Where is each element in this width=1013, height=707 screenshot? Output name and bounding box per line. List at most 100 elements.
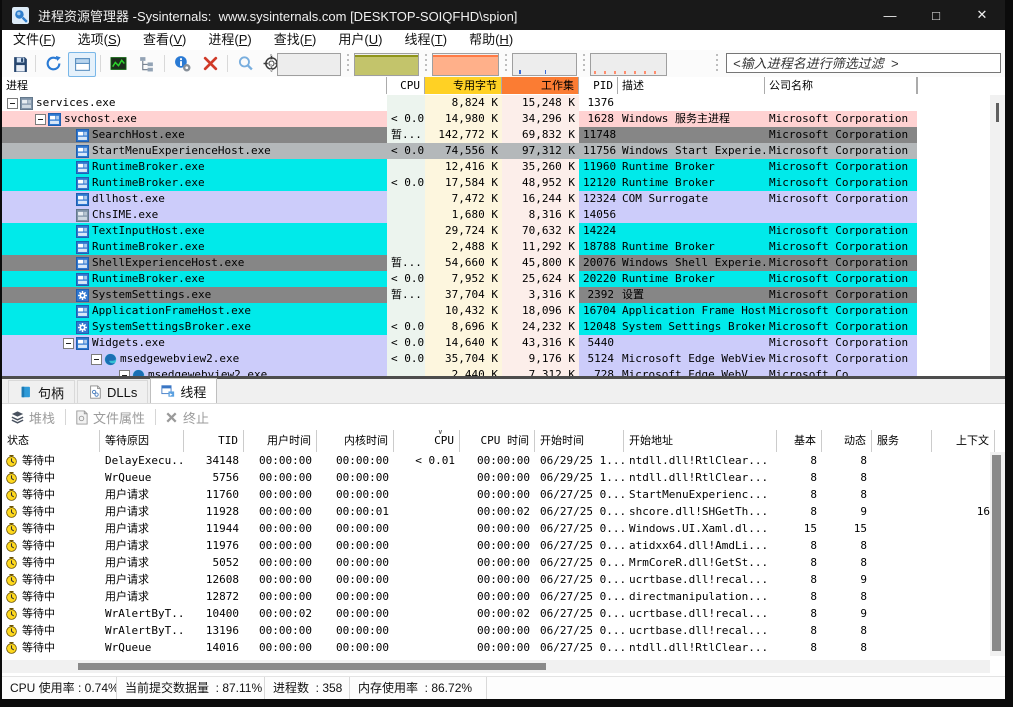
thread-row[interactable]: 等待中WrQueue1401600:00:0000:00:0000:00:000… xyxy=(2,639,990,656)
process-row[interactable]: SystemSettingsBroker.exe< 0.018,696 K24,… xyxy=(2,319,990,335)
show-lower-pane-button[interactable] xyxy=(68,52,96,77)
process-row[interactable]: TextInputHost.exe29,724 K70,632 K14224Mi… xyxy=(2,223,990,239)
thread-cell-cpu xyxy=(394,503,460,520)
refresh-button[interactable] xyxy=(40,52,66,75)
stack-button[interactable]: 堆栈 xyxy=(10,408,55,427)
thread-row[interactable]: 等待中用户请求1197600:00:0000:00:0000:00:0006/2… xyxy=(2,537,990,554)
thread-row[interactable]: 等待中WrAlertByT...1040000:00:0200:00:0000:… xyxy=(2,605,990,622)
menu-item-7[interactable]: 帮助(H) xyxy=(458,30,524,50)
toolbar-gripper[interactable] xyxy=(583,54,586,73)
process-column-header-pid[interactable]: PID xyxy=(579,77,618,94)
process-row[interactable]: StartMenuExperienceHost.exe< 0.0174,556 … xyxy=(2,143,990,159)
process-column-header-name[interactable]: 进程 xyxy=(2,77,387,94)
process-pane-scrollbar[interactable] xyxy=(990,95,1005,376)
process-row[interactable]: Widgets.exe< 0.0114,640 K43,316 K5440Mic… xyxy=(2,335,990,351)
tab-threads[interactable]: 线程 xyxy=(150,378,217,403)
process-row[interactable]: msedgewebview2.exe2,440 K7,312 K728Micro… xyxy=(2,367,990,376)
thread-column-header-base[interactable]: 基本 xyxy=(777,430,822,452)
menu-item-6[interactable]: 线程(T) xyxy=(393,30,458,50)
thread-column-header-kernel_time[interactable]: 内核时间 xyxy=(317,430,394,452)
tree-collapse-box[interactable] xyxy=(7,98,18,109)
thread-pane-scrollbar-thumb[interactable] xyxy=(992,455,1001,651)
menu-item-0[interactable]: 文件(F) xyxy=(2,30,67,50)
process-row[interactable]: svchost.exe< 0.0114,980 K34,296 K1628Win… xyxy=(2,111,990,127)
toolbar-gripper[interactable] xyxy=(425,54,428,73)
toolbar-gripper[interactable] xyxy=(505,54,508,73)
thread-column-header-context[interactable]: 上下文 xyxy=(932,430,995,452)
gpu-usage-graph[interactable] xyxy=(512,53,577,76)
tree-collapse-box[interactable] xyxy=(35,114,46,125)
thread-column-header-dynamic[interactable]: 动态 xyxy=(822,430,872,452)
find-handle-button[interactable] xyxy=(232,52,258,75)
tree-collapse-box[interactable] xyxy=(63,338,74,349)
thread-row[interactable]: 等待中用户请求1260800:00:0000:00:0000:00:0006/2… xyxy=(2,571,990,588)
thread-column-header-user_time[interactable]: 用户时间 xyxy=(244,430,317,452)
title-bar[interactable]: 进程资源管理器 -Sysinternals: www.sysinternals.… xyxy=(2,0,1005,30)
process-row[interactable]: RuntimeBroker.exe< 0.017,952 K25,624 K20… xyxy=(2,271,990,287)
menu-item-3[interactable]: 进程(P) xyxy=(197,30,262,50)
system-information-button[interactable] xyxy=(105,52,131,75)
thread-row[interactable]: 等待中DelayExecu...3414800:00:0000:00:00< 0… xyxy=(2,452,990,469)
thread-row[interactable]: 等待中用户请求1176000:00:0000:00:0000:00:0006/2… xyxy=(2,486,990,503)
toolbar-gripper[interactable] xyxy=(270,54,273,73)
process-column-header-cpu[interactable]: CPU xyxy=(387,77,425,94)
cpu-usage-graph[interactable] xyxy=(277,53,341,76)
toolbar-gripper[interactable] xyxy=(716,54,719,73)
thread-column-header-service[interactable]: 服务 xyxy=(872,430,932,452)
process-row[interactable]: RuntimeBroker.exe12,416 K35,260 K11960Ru… xyxy=(2,159,990,175)
minimize-button[interactable]: — xyxy=(867,0,913,30)
thread-pane-hscrollbar-thumb[interactable] xyxy=(78,663,546,670)
process-column-header-working_set[interactable]: 工作集 xyxy=(502,77,579,94)
thread-row[interactable]: 等待中WrQueue575600:00:0000:00:0000:00:0006… xyxy=(2,469,990,486)
process-row[interactable]: ApplicationFrameHost.exe10,432 K18,096 K… xyxy=(2,303,990,319)
menu-item-5[interactable]: 用户(U) xyxy=(327,30,393,50)
process-row[interactable]: RuntimeBroker.exe2,488 K11,292 K18788Run… xyxy=(2,239,990,255)
file-properties-button[interactable]: 文件属性 xyxy=(74,408,145,427)
process-row[interactable]: SystemSettings.exe暂...37,704 K3,316 K239… xyxy=(2,287,990,303)
menu-item-1[interactable]: 选项(S) xyxy=(67,30,132,50)
menu-item-2[interactable]: 查看(V) xyxy=(132,30,197,50)
menu-item-4[interactable]: 查找(F) xyxy=(263,30,328,50)
terminate-button[interactable]: 终止 xyxy=(164,408,209,427)
thread-row[interactable]: 等待中WrAlertByT...1319600:00:0000:00:0000:… xyxy=(2,622,990,639)
process-row[interactable]: services.exe8,824 K15,248 K1376 xyxy=(2,95,990,111)
io-activity-graph[interactable] xyxy=(590,53,667,76)
process-row[interactable]: RuntimeBroker.exe< 0.0117,584 K48,952 K1… xyxy=(2,175,990,191)
process-column-header-company[interactable]: 公司名称 xyxy=(765,77,917,94)
process-column-header-description[interactable]: 描述 xyxy=(618,77,765,94)
thread-row[interactable]: 等待中用户请求1194400:00:0000:00:0000:00:0006/2… xyxy=(2,520,990,537)
process-row[interactable]: dllhost.exe7,472 K16,244 K12324COM Surro… xyxy=(2,191,990,207)
tab-handles[interactable]: 句柄 xyxy=(8,380,75,403)
save-button[interactable] xyxy=(7,52,33,75)
process-column-header-private_bytes[interactable]: 专用字节 xyxy=(425,77,502,94)
process-row[interactable]: ShellExperienceHost.exe暂...54,660 K45,80… xyxy=(2,255,990,271)
process-filter-input[interactable] xyxy=(726,53,1001,73)
thread-pane-scrollbar[interactable] xyxy=(990,452,1005,656)
thread-row[interactable]: 等待中用户请求1192800:00:0000:00:0100:00:0206/2… xyxy=(2,503,990,520)
thread-column-header-state[interactable]: 状态 xyxy=(2,430,100,452)
process-row[interactable]: SearchHost.exe暂...142,772 K69,832 K11748… xyxy=(2,127,990,143)
thread-column-header-cpu_time[interactable]: CPU 时间 xyxy=(460,430,535,452)
properties-button[interactable] xyxy=(169,52,195,75)
tree-collapse-box[interactable] xyxy=(91,354,102,365)
thread-column-header-reason[interactable]: 等待原因 xyxy=(100,430,184,452)
process-tree-button[interactable] xyxy=(133,52,159,75)
process-column-header-blank[interactable] xyxy=(917,77,990,94)
tab-dlls[interactable]: DLLs xyxy=(77,380,148,403)
thread-row[interactable]: 等待中用户请求505200:00:0000:00:0000:00:0006/27… xyxy=(2,554,990,571)
close-button[interactable]: ✕ xyxy=(959,0,1005,30)
process-pane-scrollbar-thumb[interactable] xyxy=(996,103,999,122)
maximize-button[interactable]: □ xyxy=(913,0,959,30)
thread-row[interactable]: 等待中用户请求1287200:00:0000:00:0000:00:0006/2… xyxy=(2,588,990,605)
thread-column-header-start_address[interactable]: 开始地址 xyxy=(624,430,777,452)
kill-process-button[interactable] xyxy=(197,52,223,75)
physical-memory-graph[interactable] xyxy=(432,53,499,76)
process-row[interactable]: msedgewebview2.exe< 0.0135,704 K9,176 K5… xyxy=(2,351,990,367)
thread-column-header-start_time[interactable]: 开始时间 xyxy=(535,430,624,452)
toolbar-gripper[interactable] xyxy=(347,54,350,73)
process-row[interactable]: ChsIME.exe1,680 K8,316 K14056 xyxy=(2,207,990,223)
thread-column-header-tid[interactable]: TID xyxy=(184,430,244,452)
thread-pane-hscrollbar[interactable] xyxy=(2,660,990,673)
commit-charge-graph[interactable] xyxy=(354,53,419,76)
thread-column-header-cpu[interactable]: CPU∨ xyxy=(394,430,460,452)
